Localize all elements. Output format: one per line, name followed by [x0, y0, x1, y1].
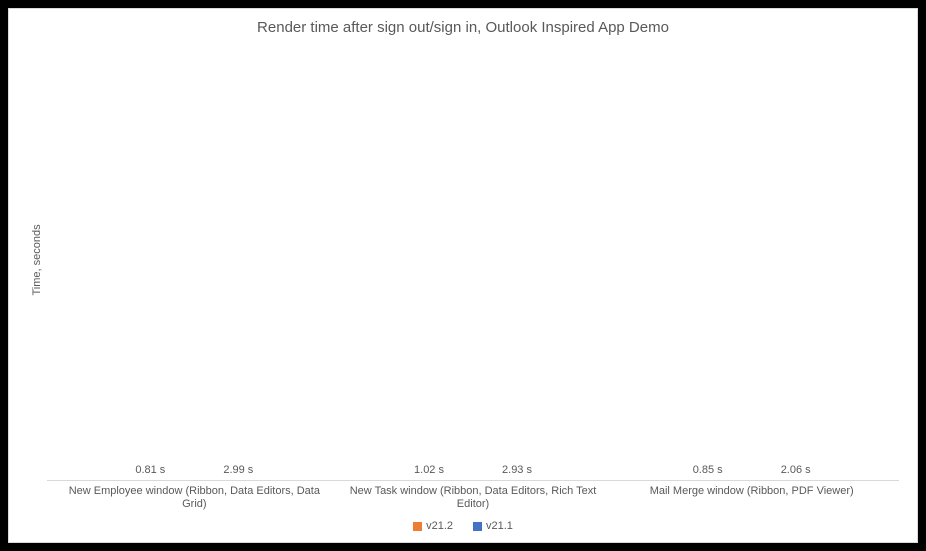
legend-swatch-icon [473, 522, 482, 531]
bar-value-label: 0.85 s [693, 464, 723, 476]
legend-item: v21.2 [413, 520, 453, 532]
plot-area: 0.81 s 2.99 s 1.02 s 2.93 s 0.85 s 2.06 s [47, 40, 899, 481]
category-group: 0.81 s 2.99 s [55, 40, 334, 480]
x-axis: New Employee window (Ribbon, Data Editor… [27, 481, 899, 513]
bar-item: 2.99 s [195, 464, 281, 480]
bar-value-label: 1.02 s [414, 464, 444, 476]
bar-value-label: 2.93 s [502, 464, 532, 476]
bar-item: 0.81 s [107, 464, 193, 480]
chart-title: Render time after sign out/sign in, Outl… [27, 19, 899, 36]
bar-item: 2.93 s [474, 464, 560, 480]
legend-label: v21.1 [486, 520, 513, 532]
legend-label: v21.2 [426, 520, 453, 532]
plot-row: Time, seconds 0.81 s2.99 s1.02 s2.93 s0.… [27, 40, 899, 481]
bar-item: 2.06 s [753, 464, 839, 480]
legend: v21.2 v21.1 [27, 520, 899, 532]
bar-item: 1.02 s [386, 464, 472, 480]
bar-value-label: 2.99 s [223, 464, 253, 476]
x-axis-category-label: New Task window (Ribbon, Data Editors, R… [334, 485, 613, 513]
bar-value-label: 2.06 s [781, 464, 811, 476]
category-group: 0.85 s 2.06 s [612, 40, 891, 480]
bar-item: 0.85 s [665, 464, 751, 480]
x-axis-category-label: New Employee window (Ribbon, Data Editor… [55, 485, 334, 513]
y-axis-label: Time, seconds [27, 40, 47, 481]
category-group: 1.02 s 2.93 s [334, 40, 613, 480]
x-axis-category-label: Mail Merge window (Ribbon, PDF Viewer) [612, 485, 891, 513]
legend-item: v21.1 [473, 520, 513, 532]
legend-swatch-icon [413, 522, 422, 531]
bar-value-label: 0.81 s [135, 464, 165, 476]
chart-frame: Render time after sign out/sign in, Outl… [8, 8, 918, 543]
